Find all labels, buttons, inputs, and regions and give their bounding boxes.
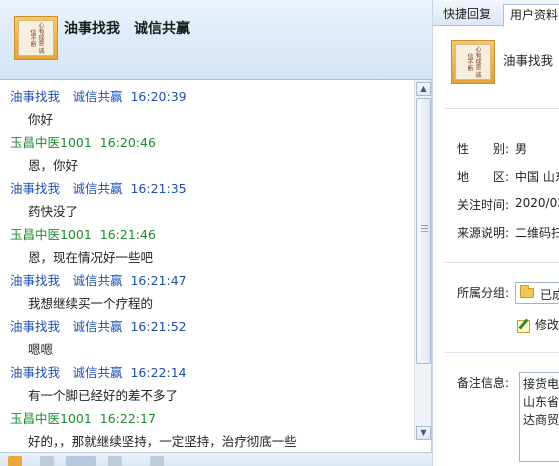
follow-time-label: 关注时间: xyxy=(457,198,510,212)
message-text: 我想继续买一个疗程的 xyxy=(28,296,154,311)
region-label: 地 区: xyxy=(457,170,510,184)
font-icon[interactable] xyxy=(40,456,54,466)
profile-avatar: 心有成意 诚信不断 xyxy=(451,40,495,84)
note-label: 备注信息: xyxy=(457,376,510,390)
message-text: 恩，你好 xyxy=(28,158,79,173)
screenshot-icon[interactable] xyxy=(108,456,122,466)
message-list: 油事找我 诚信共赢 16:20:39 你好玉昌中医1001 16:20:46 恩，你… xyxy=(0,80,414,452)
chat-header: 心有成意 诚信不断 油事找我 诚信共赢 xyxy=(0,0,432,80)
message-text: 你好 xyxy=(28,112,54,127)
gender-label: 性 别: xyxy=(457,142,510,156)
scroll-grip-icon xyxy=(421,225,428,233)
message-header: 油事找我 诚信共赢 16:21:47 xyxy=(10,273,187,288)
message-time: 16:20:39 xyxy=(122,89,187,104)
message-text: 嗯嗯 xyxy=(28,342,54,357)
chat-panel: 心有成意 诚信不断 油事找我 诚信共赢 油事找我 诚信共赢 16:20:39 你好… xyxy=(0,0,432,466)
file-icon[interactable] xyxy=(150,456,164,466)
follow-time-value: 2020/02 xyxy=(515,196,559,210)
contact-avatar[interactable]: 心有成意 诚信不断 xyxy=(14,16,58,60)
message-time: 16:20:46 xyxy=(91,135,156,150)
avatar-calligraphy: 心有成意 诚信不断 xyxy=(455,44,491,80)
message-time: 16:21:52 xyxy=(122,319,187,334)
message-text: 有一个脚已经好的差不多了 xyxy=(28,388,179,403)
message-header: 玉昌中医1001 16:21:46 xyxy=(10,227,156,242)
profile-info: 心有成意 诚信不断 油事找我 性 别: 男 地 区: 中国 山东 关注时间: 2… xyxy=(433,26,559,466)
message-scrollbar[interactable]: ▲ ▼ xyxy=(414,80,431,440)
message-header: 油事找我 诚信共赢 16:21:52 xyxy=(10,319,187,334)
message-time: 16:22:14 xyxy=(122,365,187,380)
emoji-icon[interactable] xyxy=(8,456,22,466)
group-label: 所属分组: xyxy=(457,286,510,300)
message-header: 油事找我 诚信共赢 16:20:39 xyxy=(10,89,187,104)
note-line: 山东省 xyxy=(523,395,559,409)
message-time: 16:21:46 xyxy=(91,227,156,242)
folder-icon xyxy=(520,285,534,298)
divider xyxy=(445,108,559,109)
tab-user-profile[interactable]: 用户资料 xyxy=(503,4,559,27)
edit-label: 修改 xyxy=(535,318,559,332)
message-header: 玉昌中医1001 16:20:46 xyxy=(10,135,156,150)
message-text: 恩，现在情况好一些吧 xyxy=(28,250,154,265)
source-value: 二维码扫 xyxy=(515,226,559,240)
image-icon[interactable] xyxy=(66,456,96,466)
message-header: 油事找我 诚信共赢 16:22:14 xyxy=(10,365,187,380)
scroll-thumb[interactable] xyxy=(416,98,431,364)
group-select[interactable]: 已成 xyxy=(515,282,559,304)
edit-icon xyxy=(517,318,531,333)
gender-value: 男 xyxy=(515,142,528,156)
avatar-calligraphy: 心有成意 诚信不断 xyxy=(18,20,54,56)
side-panel: 快捷回复 用户资料 心有成意 诚信不断 油事找我 性 别: 男 地 区: 中国 … xyxy=(432,0,559,466)
scroll-down-arrow-icon[interactable]: ▼ xyxy=(416,426,431,440)
message-time: 16:22:17 xyxy=(91,411,156,426)
message-header: 玉昌中医1001 16:22:17 xyxy=(10,411,156,426)
message-time: 16:21:35 xyxy=(122,181,187,196)
message-header: 油事找我 诚信共赢 16:21:35 xyxy=(10,181,187,196)
source-label: 来源说明: xyxy=(457,226,510,240)
region-value: 中国 山东 xyxy=(515,170,559,184)
group-value: 已成 xyxy=(540,288,559,302)
profile-name: 油事找我 xyxy=(503,53,554,68)
message-time: 16:21:47 xyxy=(122,273,187,288)
note-line: 达商贸 xyxy=(523,413,559,427)
tab-quick-reply[interactable]: 快捷回复 xyxy=(437,4,497,26)
scroll-up-arrow-icon[interactable]: ▲ xyxy=(416,82,431,96)
divider xyxy=(445,352,559,353)
message-text: 好的，，那就继续坚持，一定坚持，治疗彻底一些 xyxy=(28,434,297,449)
chat-title: 油事找我 诚信共赢 xyxy=(64,21,190,37)
divider xyxy=(445,262,559,263)
side-tabs: 快捷回复 用户资料 xyxy=(433,0,559,27)
input-toolbar xyxy=(0,452,432,466)
note-line: 接货电 xyxy=(523,377,559,391)
edit-group-button[interactable]: 修改 xyxy=(517,316,559,333)
note-textarea[interactable]: 接货电 山东省 达商贸 xyxy=(519,372,559,462)
message-text: 药快没了 xyxy=(28,204,79,219)
